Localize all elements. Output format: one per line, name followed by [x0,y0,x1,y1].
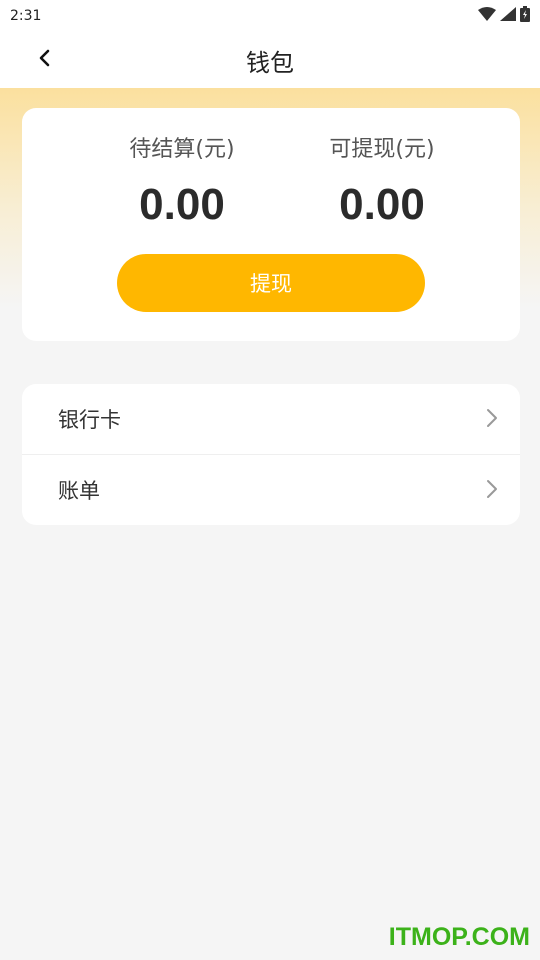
balance-card: 待结算(元) 0.00 可提现(元) 0.00 提现 [22,108,520,341]
top-app-bar: 钱包 [0,32,540,88]
menu-item-bank-card[interactable]: 银行卡 [22,384,520,454]
menu-item-bill[interactable]: 账单 [22,454,520,524]
withdraw-button[interactable]: 提现 [117,254,425,312]
wifi-icon [478,7,496,25]
withdrawable-label: 可提现(元) [329,137,435,162]
chevron-right-icon [486,479,498,503]
pending-value: 0.00 [139,180,225,229]
withdrawable-balance: 可提现(元) 0.00 [282,132,482,230]
status-icons [478,6,530,26]
status-bar: 2:31 [0,0,540,32]
withdrawable-value: 0.00 [339,180,425,229]
menu-item-label: 账单 [58,478,100,503]
menu-item-label: 银行卡 [58,408,121,432]
pending-balance: 待结算(元) 0.00 [82,132,282,230]
back-button[interactable] [24,44,64,76]
pending-label: 待结算(元) [129,137,235,162]
status-time: 2:31 [10,8,42,24]
signal-icon [500,7,516,25]
menu-card: 银行卡 账单 [22,384,520,525]
battery-charging-icon [520,6,530,26]
back-arrow-icon [38,49,50,71]
chevron-right-icon [486,408,498,432]
site-watermark: ITMOP.COM [388,923,530,951]
page-title: 钱包 [246,48,294,77]
